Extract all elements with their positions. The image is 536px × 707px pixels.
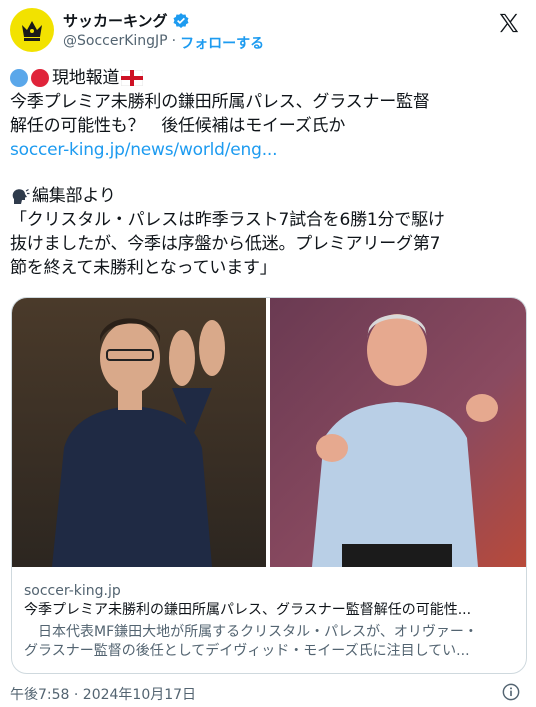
tweet-timestamp[interactable]: 午後7:58 · 2024年10月17日 <box>10 684 196 704</box>
report-label: 現地報道 <box>52 68 120 88</box>
info-icon[interactable] <box>502 683 520 701</box>
card-title[interactable]: 今季プレミア未勝利の鎌田所属パレス、グラスナー監督解任の可能性... <box>24 601 514 620</box>
article-link[interactable]: soccer-king.jp/news/world/eng... <box>10 138 522 162</box>
red-circle-icon <box>31 69 49 87</box>
quote-line-2: 抜けましたが、今季は序盤から低迷。プレミアリーグ第7 <box>10 234 441 254</box>
card-image[interactable] <box>12 298 526 567</box>
avatar[interactable] <box>10 8 54 52</box>
link-card[interactable]: soccer-king.jp 今季プレミア未勝利の鎌田所属パレス、グラスナー監督… <box>11 297 527 674</box>
tweet-header: サッカーキング @SoccerKingJP · フォローする <box>10 6 526 60</box>
england-flag-icon <box>121 70 144 86</box>
verified-badge-icon <box>173 12 189 28</box>
follow-button[interactable]: フォローする <box>180 33 264 53</box>
display-name[interactable]: サッカーキング <box>63 10 168 31</box>
editor-label: 編集部より <box>32 186 116 206</box>
crown-icon <box>22 21 42 41</box>
separator: · <box>171 33 177 49</box>
card-description: 日本代表MF鎌田大地が所属するクリスタル・パレスが、オリヴァー・ グラスナー監督… <box>24 623 514 661</box>
speaking-head-icon <box>12 188 30 204</box>
quote-line-3: 節を終えて未勝利となっています」 <box>10 258 277 278</box>
x-logo-icon[interactable] <box>498 12 520 34</box>
card-description-line-1: 日本代表MF鎌田大地が所属するクリスタル・パレスが、オリヴァー・ <box>24 624 478 640</box>
card-description-line-2: グラスナー監督の後任としてデイヴィッド・モイーズ氏に注目してい... <box>24 643 470 659</box>
blue-circle-icon <box>10 69 28 87</box>
card-domain: soccer-king.jp <box>24 583 121 599</box>
quote-line-1: 「クリスタル・パレスは昨季ラスト7試合を6勝1分で駆け <box>10 210 445 230</box>
tweet-text: 現地報道 今季プレミア未勝利の鎌田所属パレス、グラスナー監督 解任の可能性も？ … <box>10 66 522 280</box>
headline-line-2: 解任の可能性も？ 後任候補はモイーズ氏か <box>10 116 346 136</box>
headline-line-1: 今季プレミア未勝利の鎌田所属パレス、グラスナー監督 <box>10 92 430 112</box>
account-handle[interactable]: @SoccerKingJP <box>63 33 168 53</box>
